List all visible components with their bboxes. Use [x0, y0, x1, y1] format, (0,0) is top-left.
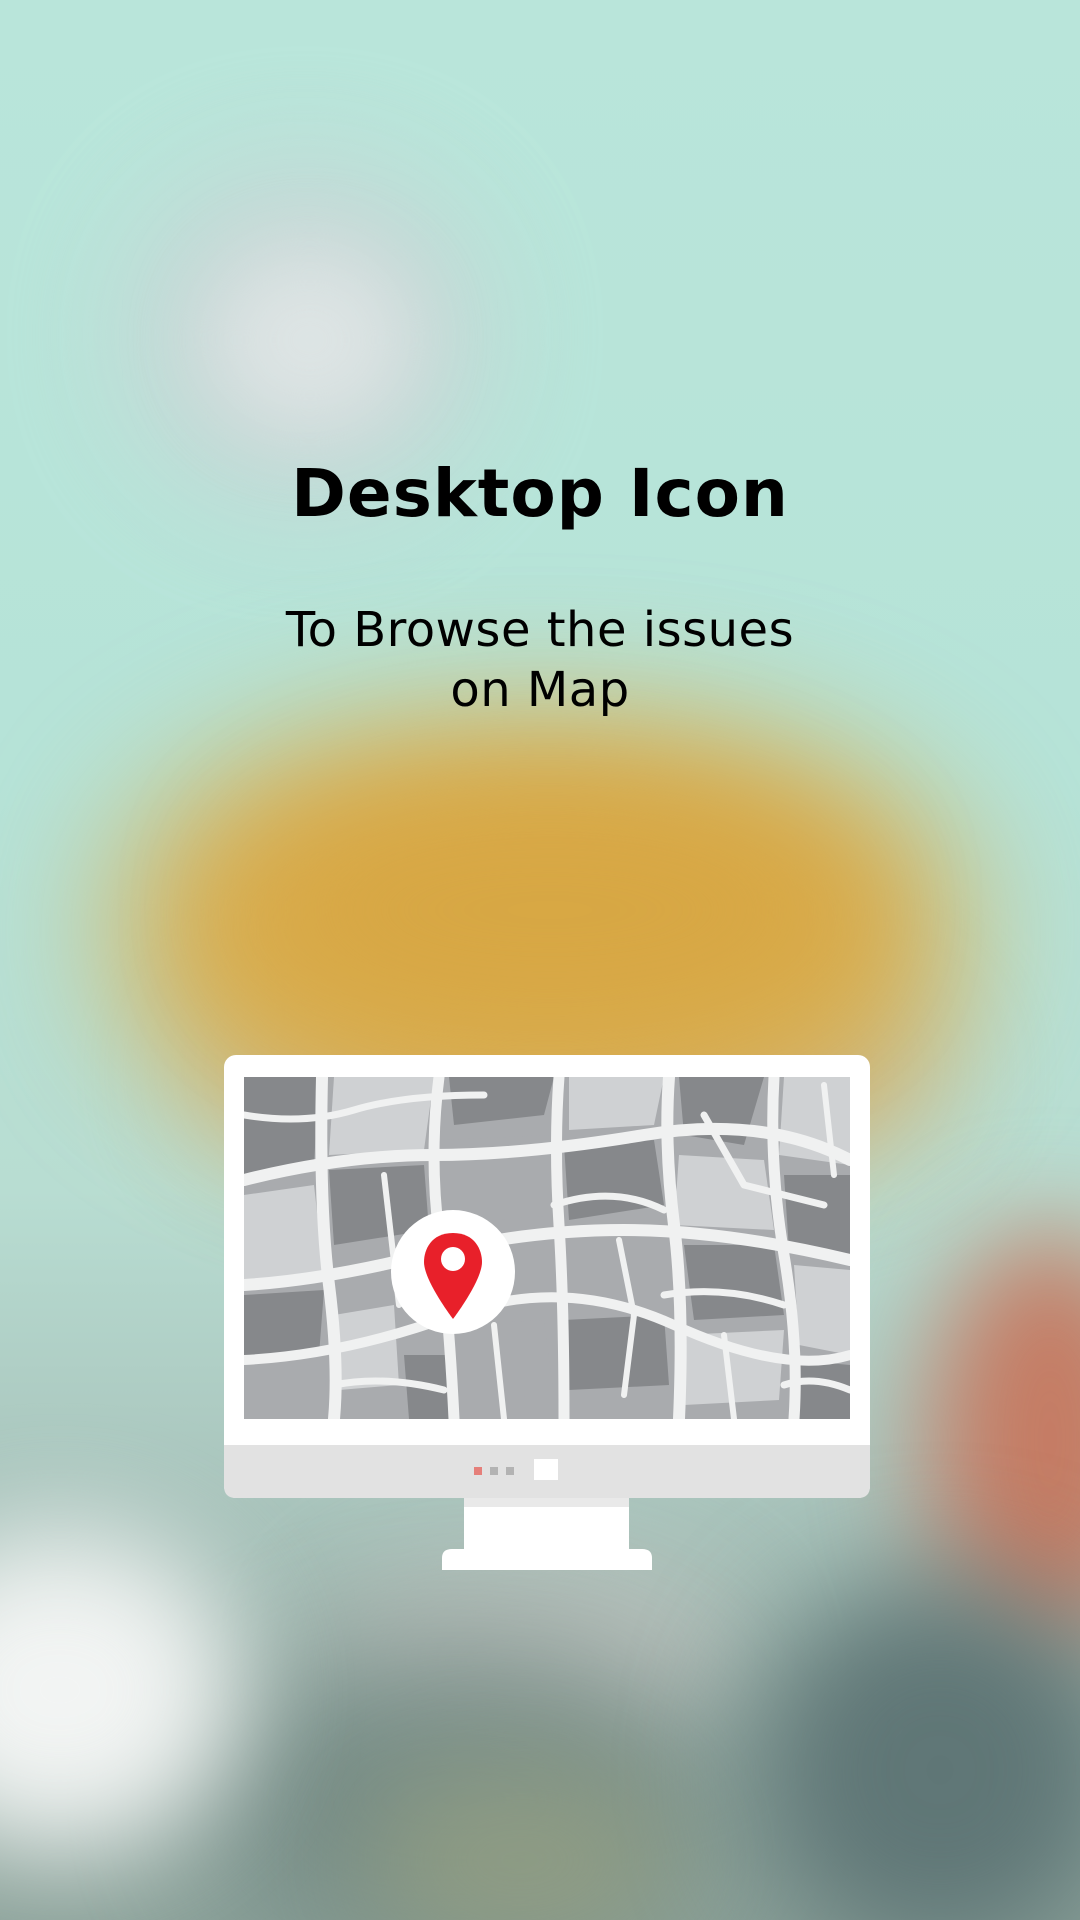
desktop-map-icon	[224, 1055, 870, 1570]
page-title: Desktop Icon	[291, 455, 789, 532]
blurred-background	[0, 0, 1080, 1920]
page-subtitle: To Browse the issues on Map	[0, 600, 1080, 720]
subtitle-line-2: on Map	[450, 662, 630, 718]
subtitle-line-1: To Browse the issues	[285, 602, 795, 658]
